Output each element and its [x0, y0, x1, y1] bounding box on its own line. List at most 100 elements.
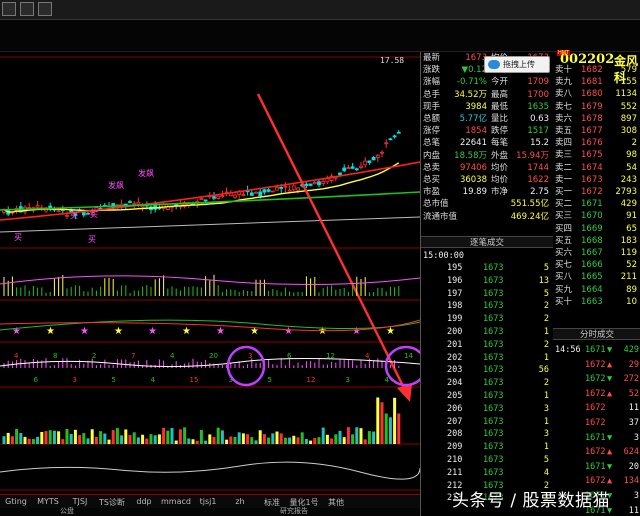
quote-value: ▼0.12 — [461, 65, 487, 76]
tick-list-header: 逐笔成交 — [421, 236, 553, 248]
tick2-volume: 11 — [628, 505, 639, 516]
volume-bar — [384, 413, 388, 444]
candle-body — [279, 187, 284, 189]
volume-bar — [65, 429, 69, 444]
highlight-circle — [384, 345, 420, 387]
order-price: 1675 — [581, 150, 603, 161]
indicator-tab[interactable]: 其他 — [320, 495, 352, 508]
tick2-price: 1672 — [585, 447, 606, 458]
volume-bar — [220, 430, 224, 444]
tick2-volume: 52 — [628, 388, 639, 399]
ma-line-yellow — [3, 162, 400, 213]
kline-chart[interactable]: 发飙发飙买 买买买★ ★ ★ ★ ★ ★ ★ ★ ★ ★ ★ ★46832574415203356121… — [0, 52, 420, 494]
tick2-price: 1671 — [585, 461, 606, 472]
tick-seq: 204 — [447, 378, 463, 389]
volume-bar — [153, 435, 157, 444]
tick-seq: 195 — [447, 263, 463, 273]
tick-seq: 198 — [447, 301, 463, 312]
volume-bar — [313, 438, 317, 444]
tick-seq: 210 — [447, 455, 463, 465]
tick-seq: 207 — [447, 416, 463, 427]
volume-bar — [359, 428, 363, 444]
tick-volume: 2 — [543, 339, 549, 350]
tick-volume: 4 — [543, 467, 549, 478]
osc-number: 4 — [365, 352, 370, 360]
tick2-time: 14:56 — [555, 345, 581, 355]
indicator-tab[interactable]: zh — [224, 495, 256, 508]
tool-icon[interactable] — [2, 2, 16, 16]
tool-icon[interactable] — [38, 2, 52, 16]
order-volume: 89 — [626, 284, 637, 295]
volume-bar — [183, 427, 187, 444]
tick-seq: 205 — [447, 391, 463, 401]
volume-bar — [44, 431, 48, 444]
volume-bar — [325, 434, 329, 444]
indicator-tab[interactable]: Gting — [0, 495, 32, 508]
sub-tab[interactable]: 公盘 — [60, 506, 74, 516]
order-volume: 52 — [626, 260, 637, 271]
tick-volume: 2 — [543, 378, 549, 389]
candle-body — [371, 156, 376, 161]
quote-value: -0.71% — [456, 77, 487, 88]
order-price: 1671 — [581, 199, 603, 210]
order-price: 1667 — [581, 248, 603, 258]
tick-volume: 1 — [543, 442, 549, 453]
indicator-tab[interactable]: ddp — [128, 495, 160, 508]
quote-value: 1854 — [465, 126, 487, 137]
order-volume: 308 — [620, 126, 637, 136]
tool-icon[interactable] — [20, 2, 34, 16]
tick2-price: 1672 — [585, 403, 606, 414]
volume-bar — [355, 427, 359, 444]
order-volume: 183 — [620, 235, 637, 246]
candle-body — [199, 198, 204, 200]
volume-bar — [36, 436, 40, 444]
candle-body — [312, 182, 317, 185]
quote-value — [449, 212, 487, 223]
candle-body — [254, 191, 258, 194]
volume-bar — [258, 430, 262, 444]
annotation-arrow — [256, 93, 407, 391]
tick-seq: 208 — [447, 429, 463, 440]
order-level: 卖六 — [555, 113, 573, 124]
volume-bar — [69, 433, 73, 444]
volume-bar — [275, 431, 279, 444]
volume-bar — [115, 428, 119, 444]
osc-number: 12 — [307, 376, 316, 384]
quote-value: 97406 — [459, 162, 487, 173]
tick-volume: 1 — [543, 352, 549, 363]
indicator-tab[interactable]: tjsj1 — [192, 495, 224, 508]
kline-chart-area[interactable]: 发飙 发飙买买买买 ★ ★ ★ ★ ★ ★ ★ ★ ★ ★ ★ ★ 4 6 8 3 2 5 7 4 4 15 20 3 3 5 6 12 1… — [0, 52, 420, 494]
tick-volume: 2 — [543, 314, 549, 325]
quote-label: 总笔 — [423, 138, 441, 149]
tick-volume: 3 — [543, 429, 549, 440]
candle-body — [338, 172, 342, 176]
upload-label: 拖拽上传 — [503, 60, 535, 69]
volume-bar — [397, 413, 401, 444]
tick2-dir-icon: ▼ — [607, 461, 613, 472]
volume-bar — [225, 439, 229, 444]
quote-label: 内盘 — [423, 150, 441, 161]
tick-volume: 2 — [543, 301, 549, 312]
order-price: 1669 — [581, 223, 603, 234]
volume-bar — [317, 437, 321, 444]
candle-body — [258, 191, 263, 197]
window-bar — [0, 20, 640, 52]
tick2-volume: 624 — [623, 447, 639, 458]
indicator-tab[interactable]: TS诊断 — [96, 495, 128, 508]
order-price: 1663 — [581, 296, 603, 307]
order-volume: 897 — [620, 113, 637, 124]
order-volume: 429 — [620, 199, 637, 210]
order-level: 买十 — [555, 296, 573, 307]
candle-body — [132, 203, 137, 206]
order-price: 1673 — [581, 174, 603, 185]
indicator-tab[interactable]: mmacd — [160, 495, 192, 508]
volume-bar — [136, 437, 140, 444]
tick-price: 1673 — [483, 442, 504, 453]
order-level: 买九 — [555, 284, 573, 295]
quote-value: 1517 — [527, 126, 549, 137]
tick2-volume: 3 — [633, 432, 639, 443]
volume-bar — [57, 431, 61, 444]
order-volume: 2 — [631, 138, 637, 149]
sub-tab[interactable]: 研究报告 — [280, 506, 308, 516]
upload-button[interactable]: 拖拽上传 — [484, 56, 550, 73]
